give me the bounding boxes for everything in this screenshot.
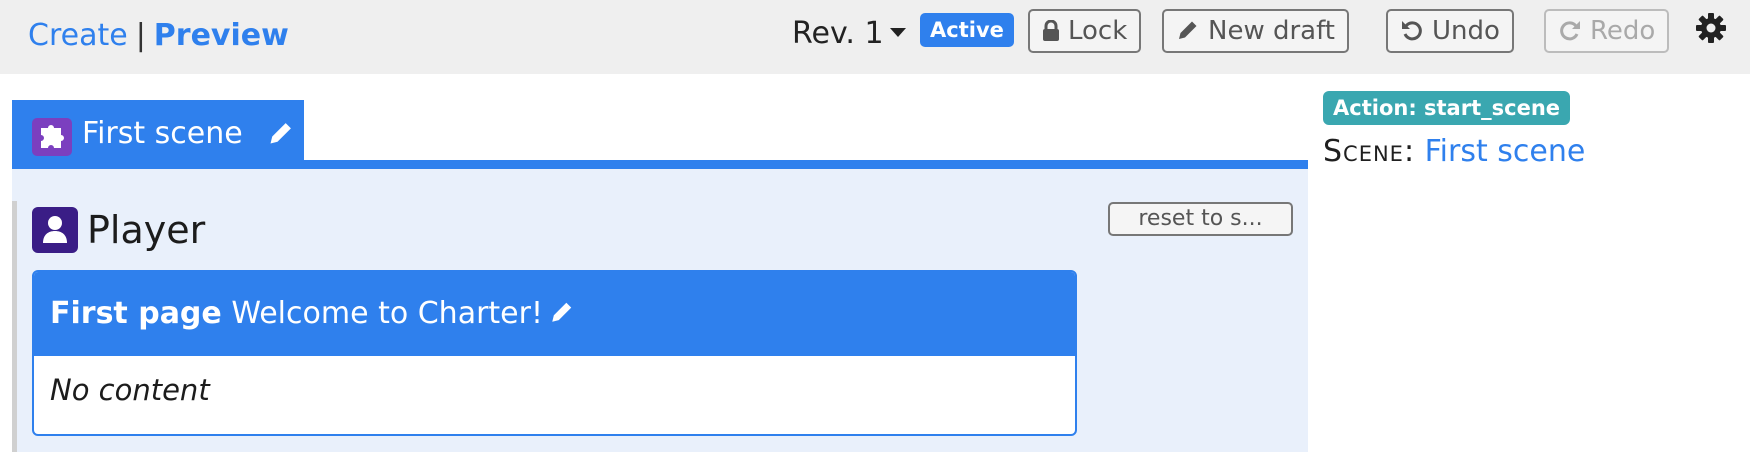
redo-label: Redo bbox=[1590, 16, 1656, 46]
scene-info: Scene: First scene bbox=[1323, 130, 1585, 174]
scene-link[interactable]: First scene bbox=[1425, 134, 1586, 169]
page-title: Welcome to Charter! bbox=[231, 296, 543, 331]
undo-icon bbox=[1402, 21, 1422, 41]
gear-icon[interactable] bbox=[1696, 13, 1726, 43]
page-card-body: No content bbox=[50, 373, 210, 407]
new-draft-button[interactable]: New draft bbox=[1162, 9, 1349, 53]
scene-content: Player reset to s... First page Welcome … bbox=[12, 169, 1308, 452]
lock-icon bbox=[1043, 19, 1059, 41]
new-draft-label: New draft bbox=[1208, 16, 1335, 46]
lock-button[interactable]: Lock bbox=[1028, 9, 1142, 53]
undo-button[interactable]: Undo bbox=[1386, 9, 1514, 53]
preview-link[interactable]: Preview bbox=[154, 18, 289, 53]
caret-down-icon bbox=[889, 28, 906, 37]
tab-underline bbox=[12, 160, 1308, 169]
undo-label: Undo bbox=[1432, 16, 1500, 46]
lock-label: Lock bbox=[1068, 16, 1128, 46]
reset-button[interactable]: reset to s... bbox=[1108, 202, 1293, 236]
puzzle-icon bbox=[32, 118, 72, 156]
action-badge: Action: start_scene bbox=[1323, 91, 1571, 125]
page-card-header: First page Welcome to Charter! bbox=[34, 272, 1075, 356]
user-icon bbox=[32, 207, 78, 253]
create-link[interactable]: Create bbox=[28, 18, 128, 53]
pencil-icon bbox=[1179, 21, 1197, 39]
status-badge: Active bbox=[920, 13, 1014, 47]
page-title-bold: First page bbox=[50, 296, 222, 331]
scene-tab-label: First scene bbox=[82, 116, 243, 151]
mode-separator: | bbox=[135, 18, 146, 53]
top-toolbar: Create | Preview Rev. 1 Active Lock New dr… bbox=[0, 0, 1750, 74]
revision-dropdown[interactable]: Rev. 1 bbox=[792, 12, 906, 56]
role-section-border bbox=[12, 201, 17, 452]
revision-label: Rev. 1 bbox=[792, 16, 884, 51]
page-card: First page Welcome to Charter! No conten… bbox=[32, 270, 1077, 436]
mode-switcher: Create | Preview bbox=[28, 14, 289, 58]
scene-key: Scene: bbox=[1323, 134, 1416, 169]
redo-icon bbox=[1560, 21, 1580, 41]
edit-pencil-icon[interactable] bbox=[267, 119, 295, 147]
tab-first-scene[interactable]: First scene bbox=[12, 100, 304, 164]
role-name: Player bbox=[87, 208, 206, 252]
edit-pencil-icon[interactable] bbox=[549, 299, 575, 325]
redo-button[interactable]: Redo bbox=[1544, 9, 1670, 53]
